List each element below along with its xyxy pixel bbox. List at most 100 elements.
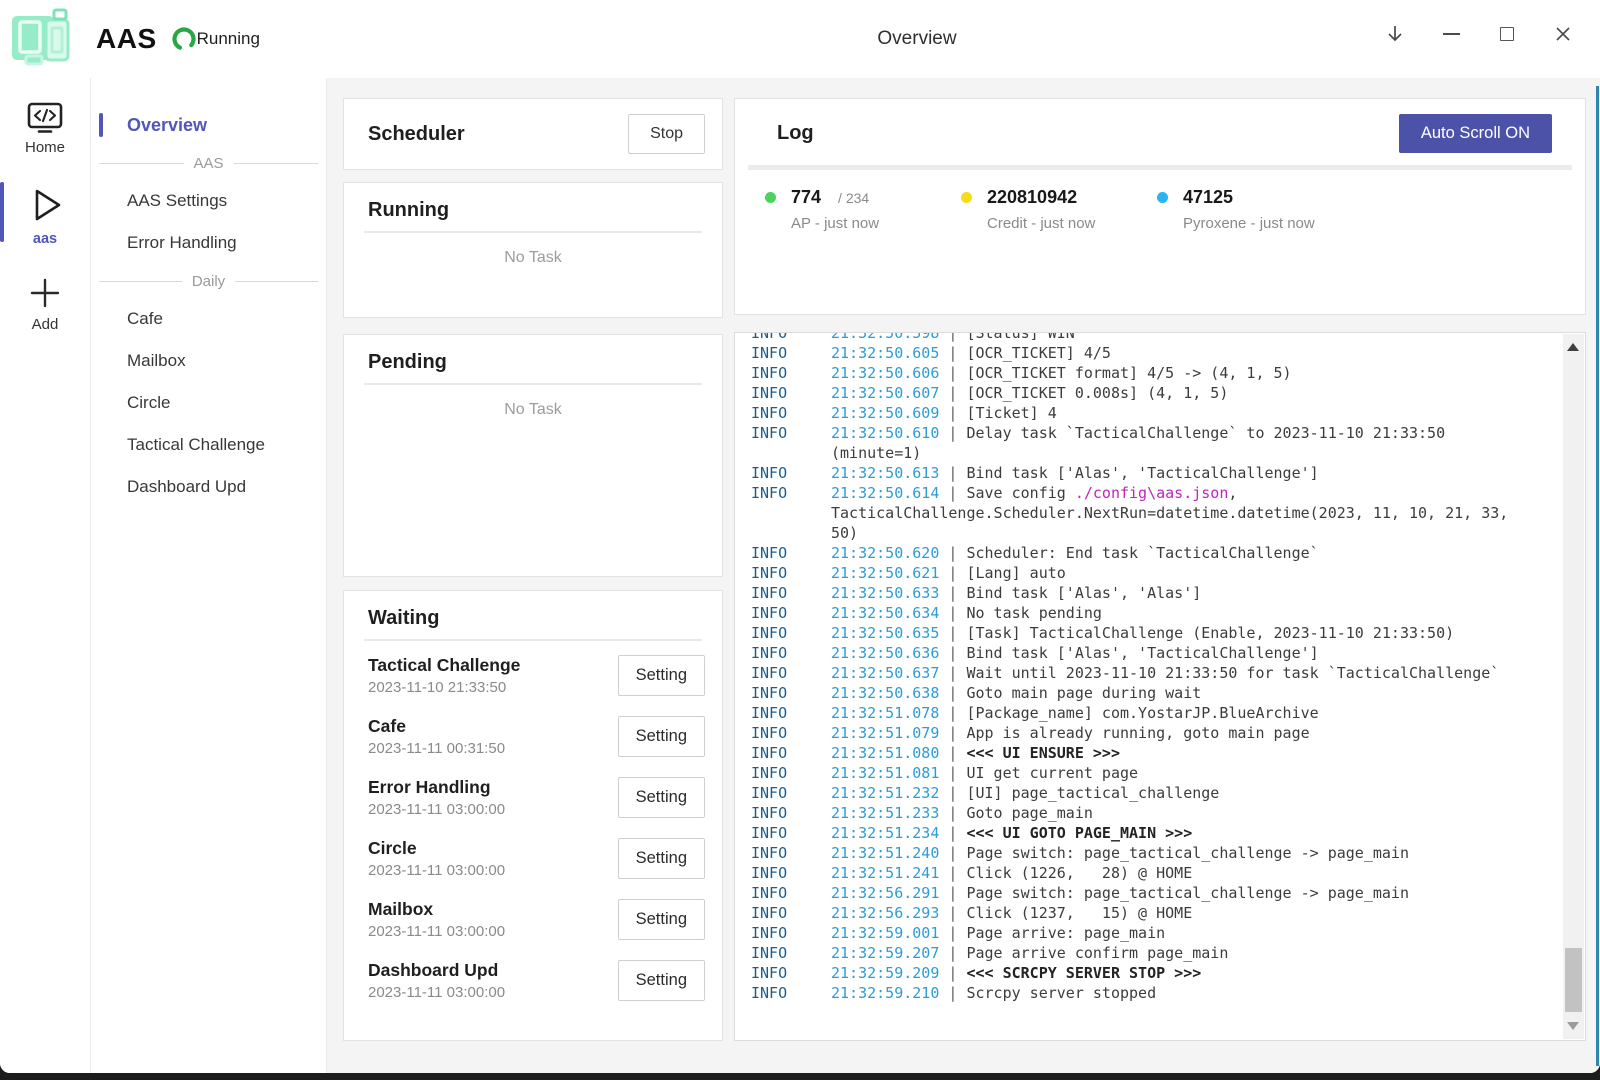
scrollbar-thumb[interactable] <box>1565 948 1582 1012</box>
maximize-button[interactable] <box>1486 13 1528 55</box>
stat-dot-icon <box>961 192 972 203</box>
log-line: INFO21:32:50.610 | Delay task `TacticalC… <box>751 423 1517 463</box>
stat-value-row: 774/ 234 <box>765 187 961 208</box>
log-separator: | <box>939 484 966 502</box>
log-timestamp: 21:32:50.638 <box>831 684 939 702</box>
rail-item-home[interactable]: Home <box>0 102 90 156</box>
arrow-down-icon <box>1384 23 1406 45</box>
log-message: 21:32:50.605 | [OCR_TICKET] 4/5 <box>831 343 1517 363</box>
log-level: INFO <box>751 803 831 823</box>
log-message: 21:32:50.634 | No task pending <box>831 603 1517 623</box>
log-text: Save config <box>966 484 1074 502</box>
log-timestamp: 21:32:50.609 <box>831 404 939 422</box>
close-button[interactable] <box>1542 13 1584 55</box>
log-line: INFO21:32:50.613 | Bind task ['Alas', 'T… <box>751 463 1517 483</box>
sidebar-item-mailbox[interactable]: Mailbox <box>91 340 326 382</box>
setting-button-dashboard-upd[interactable]: Setting <box>618 960 705 1001</box>
log-level: INFO <box>751 623 831 643</box>
log-message: 21:32:51.234 | <<< UI GOTO PAGE_MAIN >>> <box>831 823 1517 843</box>
waiting-task-name: Cafe <box>368 716 505 737</box>
log-text: [OCR_TICKET 0.008s] (4, 1, 5) <box>966 384 1228 402</box>
log-separator: | <box>939 864 966 882</box>
scroll-up-icon[interactable] <box>1567 343 1579 351</box>
log-line: INFO21:32:50.606 | [OCR_TICKET format] 4… <box>751 363 1517 383</box>
close-icon <box>1554 25 1572 43</box>
log-card-header: Log Auto Scroll ON <box>735 99 1585 153</box>
setting-button-mailbox[interactable]: Setting <box>618 899 705 940</box>
sidebar-item-label: Tactical Challenge <box>127 435 265 455</box>
log-message: 21:32:51.232 | [UI] page_tactical_challe… <box>831 783 1517 803</box>
log-console[interactable]: INFO21:32:50.598 | [Status] WININFO21:32… <box>734 332 1586 1041</box>
log-separator: | <box>939 624 966 642</box>
log-text: <<< UI ENSURE >>> <box>966 744 1120 762</box>
log-line: INFO21:32:50.638 | Goto main page during… <box>751 683 1517 703</box>
log-line: INFO21:32:50.636 | Bind task ['Alas', 'T… <box>751 643 1517 663</box>
sidebar-item-aas-settings[interactable]: AAS Settings <box>91 180 326 222</box>
log-message: 21:32:51.078 | [Package_name] com.Yostar… <box>831 703 1517 723</box>
log-level: INFO <box>751 563 831 583</box>
setting-button-error-handling[interactable]: Setting <box>618 777 705 818</box>
nav-section-divider-aas: AAS <box>99 150 318 176</box>
log-level: INFO <box>751 923 831 943</box>
log-timestamp: 21:32:50.621 <box>831 564 939 582</box>
nav-section-divider-daily: Daily <box>99 268 318 294</box>
sidebar-item-circle[interactable]: Circle <box>91 382 326 424</box>
waiting-task-next-run: 2023-11-10 21:33:50 <box>368 679 520 696</box>
rail-item-label: Home <box>25 139 65 156</box>
log-level: INFO <box>751 363 831 383</box>
sidebar-item-dashboard-upd[interactable]: Dashboard Upd <box>91 466 326 508</box>
log-message: 21:32:50.606 | [OCR_TICKET format] 4/5 -… <box>831 363 1517 383</box>
setting-button-tactical-challenge[interactable]: Setting <box>618 655 705 696</box>
sidebar-item-tactical-challenge[interactable]: Tactical Challenge <box>91 424 326 466</box>
sidebar-item-error-handling[interactable]: Error Handling <box>91 222 326 264</box>
log-timestamp: 21:32:59.207 <box>831 944 939 962</box>
log-separator: | <box>939 724 966 742</box>
status-label: Running <box>197 29 260 49</box>
log-separator: | <box>939 924 966 942</box>
log-message: 21:32:50.621 | [Lang] auto <box>831 563 1517 583</box>
log-line: INFO21:32:50.614 | Save config ./config\… <box>751 483 1517 543</box>
waiting-task-name: Dashboard Upd <box>368 960 505 981</box>
log-separator: | <box>939 964 966 982</box>
stat-credit: 220810942Credit - just now <box>961 187 1157 232</box>
waiting-task-info: Tactical Challenge2023-11-10 21:33:50 <box>368 655 520 696</box>
log-scrollbar[interactable] <box>1563 334 1584 1039</box>
log-level: INFO <box>751 723 831 743</box>
minimize-button[interactable] <box>1430 13 1472 55</box>
stat-value-row: 47125 <box>1157 187 1353 208</box>
log-message: 21:32:59.210 | Scrcpy server stopped <box>831 983 1517 1003</box>
log-line: INFO21:32:51.232 | [UI] page_tactical_ch… <box>751 783 1517 803</box>
sidebar-item-label: AAS Settings <box>127 191 227 211</box>
stat-label: AP - just now <box>791 215 961 232</box>
stat-total: / 234 <box>838 190 869 206</box>
log-line: INFO21:32:51.240 | Page switch: page_tac… <box>751 843 1517 863</box>
setting-button-circle[interactable]: Setting <box>618 838 705 879</box>
rail-item-aas[interactable]: aas <box>0 184 90 247</box>
log-timestamp: 21:32:51.078 <box>831 704 939 722</box>
setting-button-cafe[interactable]: Setting <box>618 716 705 757</box>
rail-item-label: aas <box>33 231 57 247</box>
sidebar-item-overview[interactable]: Overview <box>91 104 326 146</box>
log-timestamp: 21:32:50.613 <box>831 464 939 482</box>
log-timestamp: 21:32:51.080 <box>831 744 939 762</box>
sidebar-item-label: Overview <box>127 115 207 136</box>
hide-window-button[interactable] <box>1374 13 1416 55</box>
log-text: Goto main page during wait <box>966 684 1201 702</box>
log-message: 21:32:50.636 | Bind task ['Alas', 'Tacti… <box>831 643 1517 663</box>
log-title: Log <box>777 122 814 145</box>
log-text: Page switch: page_tactical_challenge -> … <box>966 884 1409 902</box>
waiting-task-info: Mailbox2023-11-11 03:00:00 <box>368 899 505 940</box>
rail-item-add[interactable]: Add <box>0 275 90 333</box>
stop-button[interactable]: Stop <box>628 114 705 154</box>
log-timestamp: 21:32:51.081 <box>831 764 939 782</box>
scroll-down-icon[interactable] <box>1567 1022 1579 1030</box>
log-separator: | <box>939 764 966 782</box>
waiting-task-info: Dashboard Upd2023-11-11 03:00:00 <box>368 960 505 1001</box>
sidebar-item-cafe[interactable]: Cafe <box>91 298 326 340</box>
waiting-task-next-run: 2023-11-11 00:31:50 <box>368 740 505 757</box>
log-timestamp: 21:32:50.634 <box>831 604 939 622</box>
log-level: INFO <box>751 883 831 903</box>
log-text: Click (1226, 28) @ HOME <box>966 864 1192 882</box>
log-text: <<< UI GOTO PAGE_MAIN >>> <box>966 824 1192 842</box>
auto-scroll-toggle-button[interactable]: Auto Scroll ON <box>1399 114 1552 153</box>
